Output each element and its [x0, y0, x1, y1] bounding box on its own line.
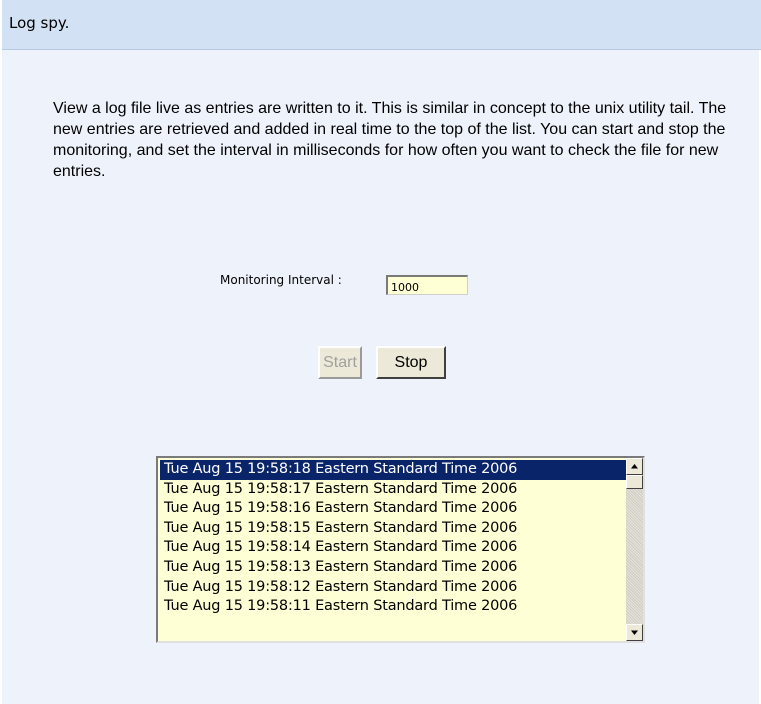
- scroll-up-button[interactable]: [626, 458, 643, 475]
- scroll-thumb[interactable]: [626, 475, 643, 489]
- monitoring-interval-label: Monitoring Interval :: [220, 273, 342, 287]
- list-item[interactable]: Tue Aug 15 19:58:16 Eastern Standard Tim…: [160, 499, 626, 519]
- list-item[interactable]: Tue Aug 15 19:58:18 Eastern Standard Tim…: [160, 460, 626, 480]
- stop-button[interactable]: Stop: [376, 346, 446, 379]
- triangle-down-icon: [631, 630, 638, 635]
- list-item[interactable]: Tue Aug 15 19:58:11 Eastern Standard Tim…: [160, 597, 626, 617]
- scroll-down-button[interactable]: [626, 624, 643, 641]
- start-button[interactable]: Start: [318, 346, 362, 379]
- list-item[interactable]: Tue Aug 15 19:58:17 Eastern Standard Tim…: [160, 480, 626, 500]
- monitoring-interval-input[interactable]: [386, 275, 468, 295]
- title-bar: Log spy.: [2, 0, 761, 50]
- list-item[interactable]: Tue Aug 15 19:58:14 Eastern Standard Tim…: [160, 538, 626, 558]
- list-item[interactable]: Tue Aug 15 19:58:15 Eastern Standard Tim…: [160, 519, 626, 539]
- log-entries-list: Tue Aug 15 19:58:18 Eastern Standard Tim…: [160, 460, 626, 617]
- description-text: View a log file live as entries are writ…: [53, 100, 727, 180]
- list-item[interactable]: Tue Aug 15 19:58:13 Eastern Standard Tim…: [160, 558, 626, 578]
- page-title: Log spy.: [9, 14, 70, 32]
- log-entries-listbox[interactable]: Tue Aug 15 19:58:18 Eastern Standard Tim…: [156, 456, 645, 643]
- triangle-up-icon: [631, 464, 638, 469]
- listbox-scrollbar[interactable]: [626, 458, 643, 641]
- log-spy-panel: Log spy. View a log file live as entries…: [0, 0, 761, 704]
- list-item[interactable]: Tue Aug 15 19:58:12 Eastern Standard Tim…: [160, 578, 626, 598]
